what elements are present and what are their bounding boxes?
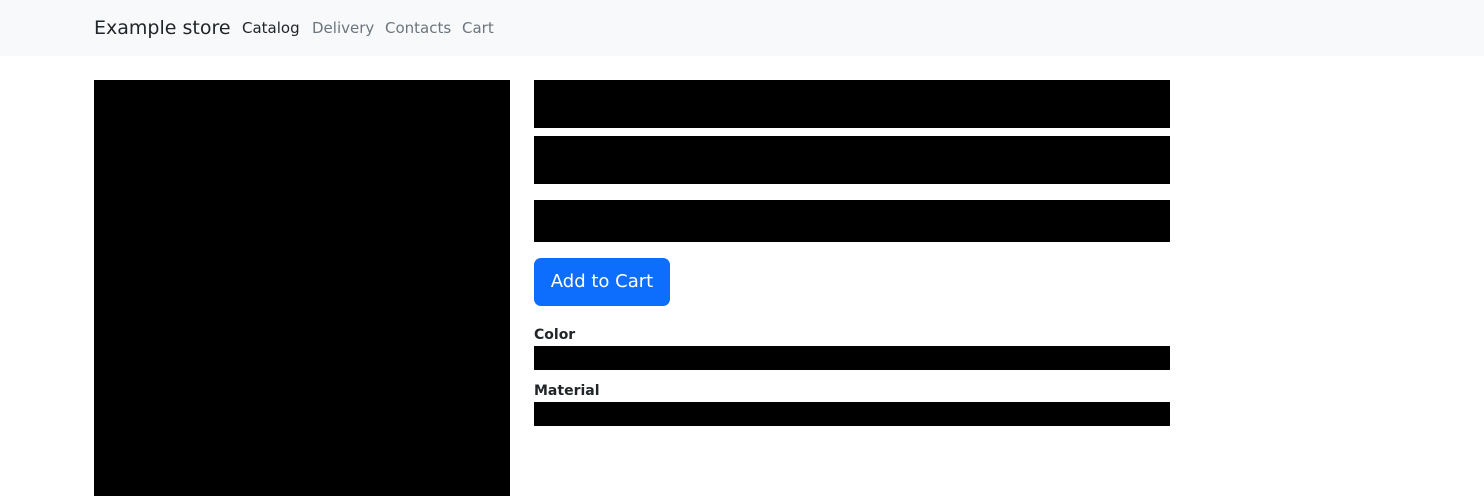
nav-link-catalog[interactable]: Catalog — [242, 19, 300, 38]
attribute-label-color: Color — [534, 327, 576, 343]
attribute-value-color-redacted — [534, 346, 1170, 370]
product-title-redacted — [534, 80, 1170, 128]
product-price-redacted — [534, 200, 1170, 242]
attribute-label-material: Material — [534, 383, 600, 399]
add-to-cart-button[interactable]: Add to Cart — [534, 258, 670, 306]
nav-link-contacts[interactable]: Contacts — [385, 19, 451, 38]
product-image-redacted — [94, 80, 510, 496]
product-subtitle-redacted — [534, 136, 1170, 184]
nav-link-delivery[interactable]: Delivery — [312, 19, 374, 38]
attribute-value-material-redacted — [534, 402, 1170, 426]
top-navbar: Example store Catalog Delivery Contacts … — [0, 0, 1484, 56]
nav-link-cart[interactable]: Cart — [462, 19, 494, 38]
brand-link[interactable]: Example store — [94, 17, 231, 40]
